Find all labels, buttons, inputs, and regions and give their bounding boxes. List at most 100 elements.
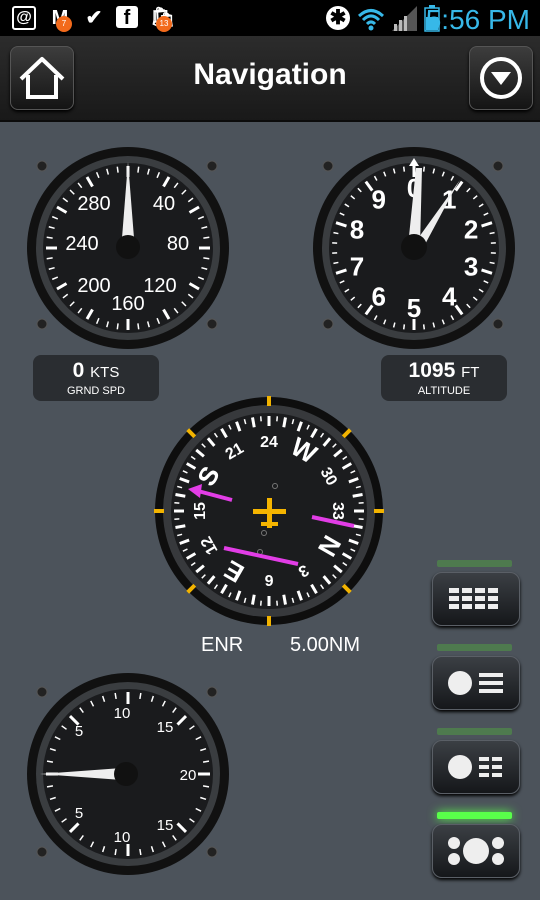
- altimeter: 0123456789: [313, 147, 515, 349]
- altimeter-label: 7: [350, 252, 364, 282]
- groundspeed-readout: 0 KTS GRND SPD: [33, 355, 159, 401]
- title-bar: Navigation: [0, 36, 540, 122]
- tick: [402, 166, 406, 172]
- altimeter-label: 2: [464, 214, 478, 244]
- heading-marker: [267, 616, 271, 626]
- tick: [333, 261, 339, 265]
- altimeter-label: 4: [442, 282, 457, 312]
- at-sign-icon: @: [12, 6, 36, 30]
- menu-button[interactable]: [469, 46, 533, 110]
- airspeed-label: 240: [65, 233, 98, 255]
- vertical-speed-indicator: 10 15 5 20 5 10 15: [27, 673, 229, 875]
- altimeter-label: 6: [371, 282, 385, 312]
- hsi-mode: ENR: [201, 634, 244, 656]
- tick: [422, 324, 426, 330]
- vsi-label: 5: [75, 805, 83, 822]
- tick: [352, 493, 363, 498]
- tick: [333, 231, 339, 235]
- tick: [202, 760, 210, 763]
- vsi-label: 20: [180, 767, 197, 784]
- grid-icon: [449, 588, 498, 609]
- altitude-caption: ALTITUDE: [417, 385, 471, 397]
- tick: [251, 417, 256, 428]
- list-layout-button[interactable]: [432, 656, 520, 710]
- altitude-readout: 1095 FT ALTITUDE: [381, 355, 507, 401]
- table-layout-button[interactable]: [432, 572, 520, 626]
- tick: [203, 257, 210, 260]
- bluetooth-icon: ✱: [326, 6, 350, 30]
- heading-marker: [374, 509, 384, 513]
- tick: [46, 236, 53, 239]
- tick: [202, 785, 210, 788]
- tick: [489, 261, 495, 265]
- airspeed-label: 80: [167, 233, 189, 255]
- tick: [139, 848, 142, 856]
- airspeed-label: 120: [143, 275, 176, 297]
- heading-marker: [154, 509, 164, 513]
- vsi-label: 5: [75, 723, 83, 740]
- status-bar: @ M 7 ✔ f 🛍 13 ✱ 5:56 PM: [0, 0, 540, 36]
- tick: [175, 524, 186, 529]
- groundspeed-unit: KTS: [90, 364, 120, 381]
- needle-hub: [116, 235, 140, 259]
- compass-label: 33: [329, 502, 346, 520]
- airspeed-indicator: 280 40 240 80 200 120 160: [27, 147, 229, 349]
- tick: [114, 848, 117, 856]
- altimeter-label: 8: [350, 214, 364, 244]
- altitude-value: 1095: [408, 359, 456, 382]
- layout-indicator: [437, 728, 512, 735]
- circles-icon: [448, 837, 504, 865]
- altimeter-label: 5: [407, 293, 421, 323]
- page-title: Navigation: [193, 58, 347, 91]
- tick: [175, 493, 186, 498]
- tick: [282, 417, 287, 428]
- groundspeed-value: 0: [72, 359, 85, 382]
- facebook-icon: f: [116, 6, 138, 29]
- hsi-compass: 24 W3033N36E1215S21: [154, 396, 384, 626]
- needle-hub: [114, 762, 138, 786]
- vsi-label: 10: [114, 705, 131, 722]
- vsi-label: 15: [157, 817, 174, 834]
- compass-label: 6: [264, 571, 273, 588]
- altitude-unit: FT: [461, 364, 480, 381]
- tick: [402, 324, 406, 330]
- gmail-badge: 7: [56, 16, 72, 32]
- airspeed-label: 200: [77, 275, 110, 297]
- groundspeed-value-row: 0 KTS: [33, 359, 159, 383]
- needle-hub: [401, 234, 427, 260]
- tick: [116, 323, 119, 330]
- wifi-icon: [357, 9, 385, 31]
- airspeed-label: 160: [111, 293, 144, 315]
- layout-indicator-active: [437, 812, 512, 819]
- dropdown-circle-icon: [480, 57, 522, 99]
- gauges-layout-button[interactable]: [432, 824, 520, 878]
- tick: [46, 785, 54, 788]
- tick: [46, 760, 54, 763]
- tick: [116, 166, 119, 173]
- checkmark-app-icon: ✔: [85, 7, 103, 29]
- vsi-label: 10: [114, 829, 131, 846]
- heading-marker: [267, 396, 271, 406]
- dot-grid-icon: [448, 755, 502, 779]
- layout-indicator: [437, 644, 512, 651]
- airspeed-label: 40: [153, 193, 175, 215]
- tick: [422, 166, 426, 172]
- shop-badge: 13: [156, 16, 172, 32]
- dot-list-icon: [448, 671, 503, 695]
- altimeter-label: 3: [464, 252, 478, 282]
- vsi-label: 15: [157, 719, 174, 736]
- tick: [251, 594, 256, 605]
- tick: [137, 166, 140, 173]
- clock: 5:56 PM: [425, 4, 530, 35]
- tick: [114, 692, 117, 700]
- detail-layout-button[interactable]: [432, 740, 520, 794]
- compass-label: 15: [192, 502, 209, 520]
- tick: [489, 231, 495, 235]
- tick: [46, 257, 53, 260]
- altitude-value-row: 1095 FT: [381, 359, 507, 383]
- tick: [137, 323, 140, 330]
- tick: [352, 524, 363, 529]
- airspeed-label: 280: [77, 193, 110, 215]
- signal-icon: [392, 6, 417, 31]
- groundspeed-caption: GRND SPD: [66, 385, 126, 397]
